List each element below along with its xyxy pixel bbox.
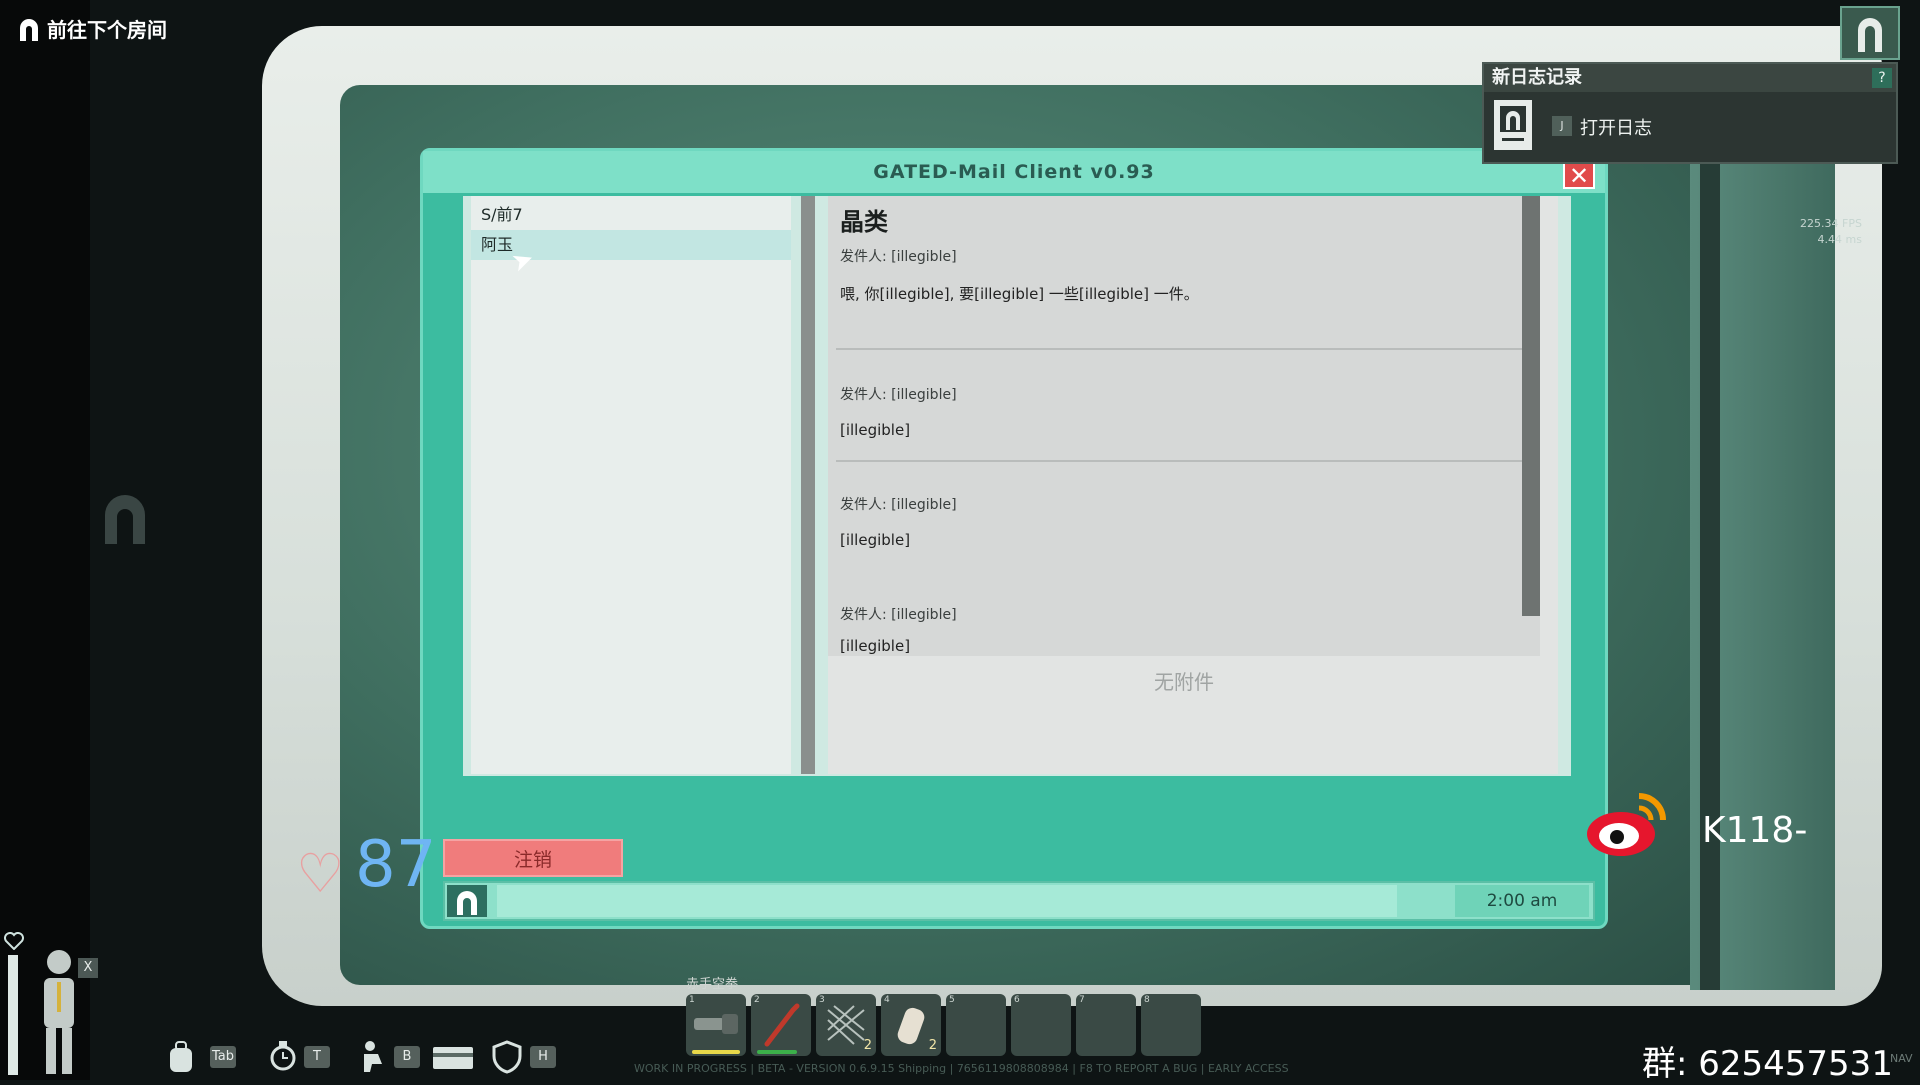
attachment-label: 无附件 — [1154, 670, 1214, 694]
fps-counter: 225.34 FPS 4.44 ms — [1800, 216, 1862, 248]
crowbar-icon — [764, 1003, 800, 1047]
window-title: GATED-Mail Client v0.93 — [423, 151, 1605, 193]
slot-number: 7 — [1079, 995, 1085, 1005]
mail-list: S/前7 阿玉 — [471, 196, 791, 774]
message-from: 发件人: [illegible] — [840, 607, 957, 623]
message-title: 晶类 — [840, 208, 888, 236]
watch-icon[interactable] — [268, 1040, 298, 1074]
key-hint-b: B — [394, 1046, 420, 1068]
nav-label: NAV — [1890, 1052, 1913, 1065]
heartbeat-icon — [4, 932, 24, 950]
card-icon[interactable] — [432, 1046, 474, 1070]
mail-body: S/前7 阿玉 晶类 发件人: [illegible] 喂, 你[illegib… — [463, 196, 1571, 776]
weibo-logo-icon — [1587, 793, 1666, 856]
key-hint-x: X — [78, 958, 98, 978]
message-text: [illegible] — [840, 531, 911, 549]
build-info: WORK IN PROGRESS | BETA - VERSION 0.6.9.… — [634, 1062, 1289, 1075]
key-hint-t: T — [304, 1046, 330, 1068]
hotbar-slot[interactable]: 5 — [946, 994, 1006, 1056]
objective: 前往下个房间 — [18, 14, 167, 43]
monitor-side-edge — [1700, 150, 1720, 990]
hotbar-slot[interactable]: 1 — [686, 994, 746, 1056]
message-divider — [836, 460, 1531, 462]
slot-number: 2 — [754, 995, 760, 1005]
backpack-icon[interactable] — [166, 1040, 196, 1074]
durability-bar — [692, 1050, 740, 1054]
hotbar-slot[interactable]: 3 2 — [816, 994, 876, 1056]
message-divider — [836, 348, 1531, 350]
arch-logo-icon — [105, 495, 145, 544]
new-log-notification: 新日志记录 ? J 打开日志 — [1482, 62, 1898, 164]
hotbar-slot[interactable]: 4 2 — [881, 994, 941, 1056]
start-logo-icon[interactable] — [447, 885, 487, 917]
message-from: 发件人: [illegible] — [840, 387, 957, 403]
message-from: 发件人: [illegible] — [840, 497, 957, 513]
message-pane: 晶类 发件人: [illegible] 喂, 你[illegible], 要[i… — [828, 196, 1558, 774]
objective-text: 前往下个房间 — [46, 18, 167, 42]
logout-button[interactable]: 注销 — [443, 839, 623, 877]
slot-number: 6 — [1014, 995, 1020, 1005]
hotbar-label: 赤手空拳 — [686, 977, 739, 992]
hotbar-slot[interactable]: 7 — [1076, 994, 1136, 1056]
mail-list-item[interactable]: S/前7 — [471, 200, 791, 230]
message-text: 喂, 你[illegible], 要[illegible] 一些[illegib… — [840, 285, 1199, 303]
flashlight-icon — [694, 1014, 738, 1034]
slot-number: 1 — [689, 995, 695, 1005]
clock: 2:00 am — [1455, 885, 1589, 917]
stamina-bar — [8, 955, 18, 1075]
overlay-id-text: K118- — [1702, 810, 1808, 851]
hotbar-slot[interactable]: 6 — [1011, 994, 1071, 1056]
mail-client-window: GATED-Mail Client v0.93 ✕ S/前7 阿玉 晶类 发件人… — [420, 148, 1608, 929]
message-text: [illegible] — [840, 637, 911, 655]
message-text: [illegible] — [840, 421, 911, 439]
taskbar: 2:00 am — [443, 881, 1595, 921]
durability-bar — [757, 1050, 797, 1054]
heart-icon: ♡ — [296, 842, 345, 905]
player-avatar — [44, 950, 74, 1074]
canister-icon — [897, 1007, 925, 1045]
key-hint-tab: Tab — [210, 1046, 236, 1068]
objective-icon — [20, 19, 38, 41]
hotbar-slot[interactable]: 2 — [751, 994, 811, 1056]
health-value: 87 — [355, 828, 437, 902]
fps-value: 225.34 FPS — [1800, 217, 1862, 230]
item-count: 2 — [928, 1038, 937, 1053]
item-count: 2 — [863, 1038, 872, 1053]
help-icon[interactable]: ? — [1872, 68, 1892, 88]
hotbar-slot[interactable]: 8 — [1141, 994, 1201, 1056]
net-icon — [827, 1005, 865, 1045]
log-header: 新日志记录 — [1484, 64, 1896, 92]
top-right-badge-icon — [1840, 6, 1900, 60]
log-doc-icon — [1494, 100, 1532, 150]
shield-icon[interactable] — [492, 1040, 522, 1074]
open-log-label[interactable]: 打开日志 — [1580, 114, 1652, 140]
key-hint-h: H — [530, 1046, 556, 1068]
left-shadow — [0, 0, 90, 1080]
slot-number: 8 — [1144, 995, 1150, 1005]
message-scroll-area[interactable]: 晶类 发件人: [illegible] 喂, 你[illegible], 要[i… — [828, 196, 1540, 656]
taskbar-field[interactable] — [497, 885, 1397, 917]
scrollbar[interactable] — [1522, 196, 1540, 616]
message-from: 发件人: [illegible] — [840, 249, 957, 265]
pane-splitter[interactable] — [801, 196, 815, 774]
frame-time: 4.44 ms — [1817, 233, 1862, 246]
key-hint-j: J — [1552, 116, 1572, 136]
group-number: 群: 625457531 — [1642, 1044, 1893, 1084]
slot-number: 5 — [949, 995, 955, 1005]
crouch-icon[interactable] — [358, 1040, 388, 1074]
slot-number: 4 — [884, 995, 890, 1005]
